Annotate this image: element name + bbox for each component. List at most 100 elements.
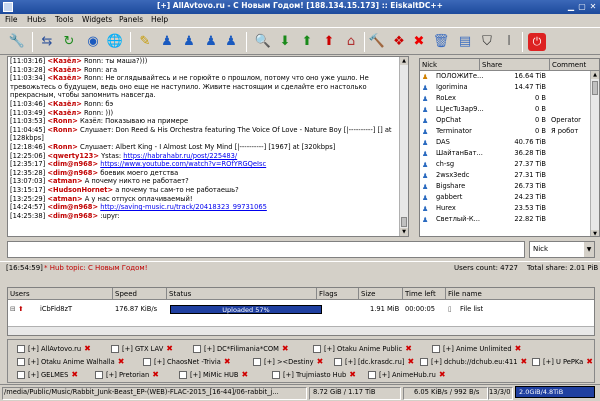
hub-tab[interactable]: [+] ChaosNet -Trivia ✖	[143, 356, 231, 368]
user-row[interactable]: ♟ 2wsx3edc 27.31 TiB	[420, 170, 592, 181]
user-row[interactable]: ♟ Bigshare 26.73 TiB	[420, 181, 592, 192]
transfers-hscrollbar[interactable]	[8, 326, 594, 335]
menu-help[interactable]: Help	[151, 15, 168, 24]
tab-checkbox[interactable]	[143, 358, 151, 366]
close-icon[interactable]: ✖	[410, 33, 428, 51]
chat-nick[interactable]: <Казёл>	[47, 66, 82, 74]
hub-tab[interactable]: [+] Otaku Anime Public ✖	[313, 343, 412, 355]
close-tab-icon[interactable]: ✖	[349, 369, 356, 381]
chat-link[interactable]: https://www.youtube.com/watch?v=ROfYRGQe…	[100, 160, 266, 168]
close-tab-icon[interactable]: ✖	[317, 356, 324, 368]
tab-checkbox[interactable]	[368, 371, 376, 379]
chat-nick[interactable]: <Ronn>	[47, 117, 77, 125]
column-header-comment[interactable]: Comment	[550, 59, 599, 71]
scroll-up-icon[interactable]: ▲	[591, 71, 599, 79]
column-header-time-left[interactable]: Time left	[403, 288, 446, 300]
reconnect-icon[interactable]: ↻	[60, 33, 78, 51]
tab-checkbox[interactable]	[17, 345, 25, 353]
chat-nick[interactable]: <qwerty123>	[47, 152, 99, 160]
chat-nick[interactable]: <dim@n968>	[47, 169, 98, 177]
trash-icon[interactable]: 🗑	[432, 33, 450, 51]
column-header-nick[interactable]: Nick	[420, 59, 480, 71]
close-tab-icon[interactable]: ✖	[515, 343, 522, 355]
close-tab-icon[interactable]: ✖	[71, 369, 78, 381]
users-icon[interactable]: ♟	[222, 33, 240, 51]
chat-nick[interactable]: <Ronn>	[47, 143, 77, 151]
chat-nick[interactable]: <atman>	[47, 195, 82, 203]
tab-checkbox[interactable]	[253, 358, 261, 366]
hub-tab[interactable]: [+] ><Destiny ✖	[253, 356, 323, 368]
chat-nick[interactable]: <Казёл>	[47, 109, 82, 117]
users-icon[interactable]: ♟	[180, 33, 198, 51]
upload-icon[interactable]: ⬆	[298, 33, 316, 51]
close-tab-icon[interactable]: ✖	[282, 343, 289, 355]
chat-nick[interactable]: <Казёл>	[47, 74, 82, 82]
favorites-icon[interactable]: ◉	[84, 33, 102, 51]
maximize-icon[interactable]: ▢	[577, 2, 587, 12]
tab-checkbox[interactable]	[432, 345, 440, 353]
hub-tab[interactable]: [+] Pretorian ✖	[95, 369, 159, 381]
hub-tab[interactable]: [+] MiMic HUB ✖	[179, 369, 248, 381]
column-header-users[interactable]: Users	[8, 288, 113, 300]
hub-tab[interactable]: [+] GELMES ✖	[17, 369, 78, 381]
user-row[interactable]: ♟ Светлый-К... 22.82 TiB	[420, 214, 592, 225]
column-header-flags[interactable]: Flags	[317, 288, 359, 300]
user-row[interactable]: ♟ Igorimina 14.47 TiB	[420, 82, 592, 93]
scroll-down-icon[interactable]: ▼	[400, 228, 408, 236]
chat-nick[interactable]: <Казёл>	[47, 57, 82, 65]
close-tab-icon[interactable]: ✖	[166, 343, 173, 355]
close-tab-icon[interactable]: ✖	[152, 369, 159, 381]
menu-file[interactable]: File	[5, 15, 18, 24]
tab-checkbox[interactable]	[111, 345, 119, 353]
column-header-status[interactable]: Status	[167, 288, 317, 300]
pin-icon[interactable]: ♟	[158, 33, 176, 51]
globe-icon[interactable]: 🌐	[106, 33, 124, 51]
close-window-icon[interactable]: ✕	[588, 2, 598, 12]
user-row[interactable]: ♟ RoLex 0 B	[420, 93, 592, 104]
chat-scrollbar[interactable]: ▲ ▼	[399, 57, 408, 236]
chat-nick[interactable]: <dim@n968>	[47, 160, 98, 168]
close-tab-icon[interactable]: ✖	[405, 343, 412, 355]
chat-log[interactable]: [11:03:16] <Казёл> Ronn: ты маша?))) [11:…	[7, 56, 409, 237]
tab-checkbox[interactable]	[532, 358, 540, 366]
chat-link[interactable]: http://saving-music.ru/track/20418323_99…	[100, 203, 267, 211]
chat-nick[interactable]: <dim@n968>	[47, 203, 98, 211]
message-input[interactable]	[7, 241, 525, 258]
hub-tab[interactable]: [+] DC*Filimania*COM ✖	[193, 343, 289, 355]
user-row[interactable]: ♟ Hurex 23.53 TiB	[420, 203, 592, 214]
search-icon[interactable]: 🔍	[254, 33, 272, 51]
tab-checkbox[interactable]	[179, 371, 187, 379]
chat-nick[interactable]: <Ronn>	[47, 126, 77, 134]
tab-checkbox[interactable]	[420, 358, 428, 366]
hub-tab[interactable]: [+] Trujmiasto Hub ✖	[272, 369, 356, 381]
userlist-scrollbar[interactable]: ▲ ▼	[590, 71, 599, 236]
chat-nick[interactable]: <dim@n968>	[47, 212, 98, 220]
close-tab-icon[interactable]: ✖	[586, 356, 593, 368]
user-row[interactable]: ♟ DAS 40.76 TiB	[420, 137, 592, 148]
column-header-speed[interactable]: Speed	[113, 288, 167, 300]
lamp-icon[interactable]: Ⅰ	[500, 33, 518, 51]
hub-tab[interactable]: [+] U PePKa ✖	[532, 356, 593, 368]
close-tab-icon[interactable]: ✖	[224, 356, 231, 368]
users-icon[interactable]: ♟	[202, 33, 220, 51]
transfers-view[interactable]: Users Speed Status Flags Size Time left …	[7, 287, 595, 336]
user-row[interactable]: ♟ OpChat 0 B Operator	[420, 115, 592, 126]
user-list[interactable]: Nick Share Comment ♟ ПОЛОЖИТе... 16.64 TiB…	[419, 58, 600, 237]
connect-icon[interactable]: ⇆	[38, 33, 56, 51]
spy-icon[interactable]: ⛉	[478, 33, 496, 51]
tab-checkbox[interactable]	[95, 371, 103, 379]
user-row[interactable]: ♟ ch-sg 27.37 TiB	[420, 159, 592, 170]
hammer-icon[interactable]: 🔨	[368, 33, 386, 51]
chat-nick[interactable]: <Казёл>	[47, 100, 82, 108]
tools-icon[interactable]: 🔧	[8, 33, 26, 51]
hub-tab[interactable]: [+] [dc.krasdc.ru] ✖	[334, 356, 414, 368]
tab-checkbox[interactable]	[17, 371, 25, 379]
column-header-file-name[interactable]: File name	[446, 288, 594, 300]
close-tab-icon[interactable]: ✖	[521, 356, 528, 368]
hub-tab[interactable]: [+] Anime Unlimited ✖	[432, 343, 521, 355]
user-icon[interactable]: ✎	[136, 33, 154, 51]
hub-tab[interactable]: [+] dchub://dchub.eu:411 ✖	[420, 356, 527, 368]
menu-hubs[interactable]: Hubs	[27, 15, 46, 24]
user-row[interactable]: ♟ ШайтанБат... 36.28 TiB	[420, 148, 592, 159]
filter-icon[interactable]: ▤	[456, 33, 474, 51]
